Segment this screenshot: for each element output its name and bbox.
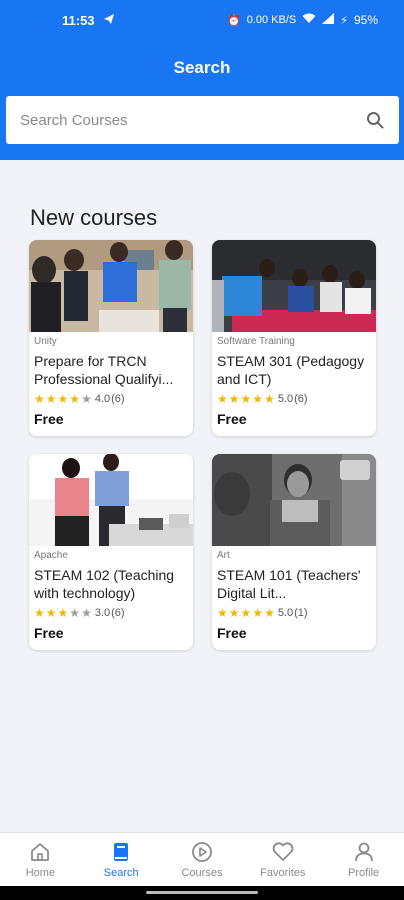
star-icon: ★ <box>240 606 252 620</box>
star-icon: ★ <box>228 606 240 620</box>
nav-item-favorites[interactable]: Favorites <box>242 833 323 886</box>
bottom-nav: Home Search Courses Favorites Profile <box>0 832 404 886</box>
course-card[interactable]: Apache STEAM 102 (Teaching with technolo… <box>29 454 193 650</box>
status-bar: 11:53 ⏰ 0.00 KB/S ⚡ 95% <box>0 0 404 40</box>
course-category: Art <box>217 550 230 561</box>
star-icon: ★ <box>252 606 264 620</box>
course-price: Free <box>34 411 64 427</box>
star-icon: ★ <box>228 392 240 406</box>
search-icon[interactable] <box>365 110 385 130</box>
course-card[interactable]: Software Training STEAM 301 (Pedagogy an… <box>212 240 376 436</box>
status-time: 11:53 <box>62 12 95 28</box>
course-title: STEAM 102 (Teaching with technology) <box>34 567 175 601</box>
course-category: Unity <box>34 336 57 347</box>
search-input[interactable] <box>20 111 365 129</box>
course-rating: ★ ★ ★ ★ ★ 5.0 (6) <box>217 393 371 405</box>
nav-label: Courses <box>181 867 223 879</box>
course-image <box>29 454 193 546</box>
star-icon: ★ <box>69 606 81 620</box>
star-icon: ★ <box>81 392 92 406</box>
person-icon <box>352 840 376 864</box>
course-rating: ★ ★ ★ ★ ★ 3.0 (6) <box>34 607 188 619</box>
star-icon: ★ <box>217 606 228 620</box>
course-rating: ★ ★ ★ ★ ★ 4.0 (6) <box>34 393 188 405</box>
star-icon: ★ <box>217 392 228 406</box>
course-rating: ★ ★ ★ ★ ★ 5.0 (1) <box>217 607 371 619</box>
course-price: Free <box>217 625 247 641</box>
home-icon <box>28 840 52 864</box>
rating-value: 5.0 <box>277 393 294 405</box>
nav-label: Favorites <box>260 867 306 879</box>
course-card[interactable]: Unity Prepare for TRCN Professional Qual… <box>29 240 193 436</box>
rating-value: 3.0 <box>94 607 111 619</box>
battery-charging-icon: ⚡ <box>340 14 348 27</box>
star-icon: ★ <box>57 392 69 406</box>
star-icon: ★ <box>81 606 92 620</box>
nav-label: Home <box>25 867 56 879</box>
play-circle-icon <box>190 840 214 864</box>
star-icon: ★ <box>264 606 275 620</box>
star-icon: ★ <box>252 392 264 406</box>
section-title: New courses <box>30 205 158 230</box>
book-icon <box>109 840 133 864</box>
course-price: Free <box>34 625 64 641</box>
course-image <box>29 240 193 332</box>
course-title: STEAM 301 (Pedagogy and ICT) <box>217 353 365 387</box>
star-icon: ★ <box>264 392 275 406</box>
star-icon: ★ <box>45 392 57 406</box>
course-title: STEAM 101 (Teachers' Digital Lit... <box>217 567 361 601</box>
star-icon: ★ <box>57 606 69 620</box>
course-image <box>212 240 376 332</box>
nav-label: Search <box>103 867 139 879</box>
nav-item-search[interactable]: Search <box>81 833 162 886</box>
net-speed: 0.00 KB/S <box>246 14 297 26</box>
alarm-icon: ⏰ <box>226 14 241 27</box>
star-icon: ★ <box>45 606 57 620</box>
nav-item-courses[interactable]: Courses <box>162 833 243 886</box>
signal-icon <box>322 13 335 27</box>
review-count: (6) <box>111 607 125 619</box>
course-image <box>212 454 376 546</box>
home-gesture-pill[interactable] <box>146 891 258 894</box>
wifi-icon <box>302 13 316 27</box>
nav-label: Profile <box>347 867 380 879</box>
system-nav-bar <box>0 886 404 900</box>
course-price: Free <box>217 411 247 427</box>
star-icon: ★ <box>240 392 252 406</box>
course-card[interactable]: Art STEAM 101 (Teachers' Digital Lit... … <box>212 454 376 650</box>
battery-level: 95% <box>353 13 378 27</box>
course-category: Apache <box>34 550 68 561</box>
rating-value: 4.0 <box>94 393 111 405</box>
course-title: Prepare for TRCN Professional Qualifyi..… <box>34 353 174 387</box>
rating-value: 5.0 <box>277 607 294 619</box>
search-bar[interactable] <box>6 96 399 144</box>
star-icon: ★ <box>34 392 45 406</box>
telegram-icon <box>103 13 115 28</box>
star-icon: ★ <box>69 392 81 406</box>
nav-item-home[interactable]: Home <box>0 833 81 886</box>
course-category: Software Training <box>217 336 295 347</box>
review-count: (6) <box>294 393 308 405</box>
page-title: Search <box>173 58 231 77</box>
review-count: (1) <box>294 607 308 619</box>
nav-item-profile[interactable]: Profile <box>323 833 404 886</box>
app-bar: Search <box>0 40 404 160</box>
star-icon: ★ <box>34 606 45 620</box>
heart-icon <box>271 840 295 864</box>
review-count: (6) <box>111 393 125 405</box>
